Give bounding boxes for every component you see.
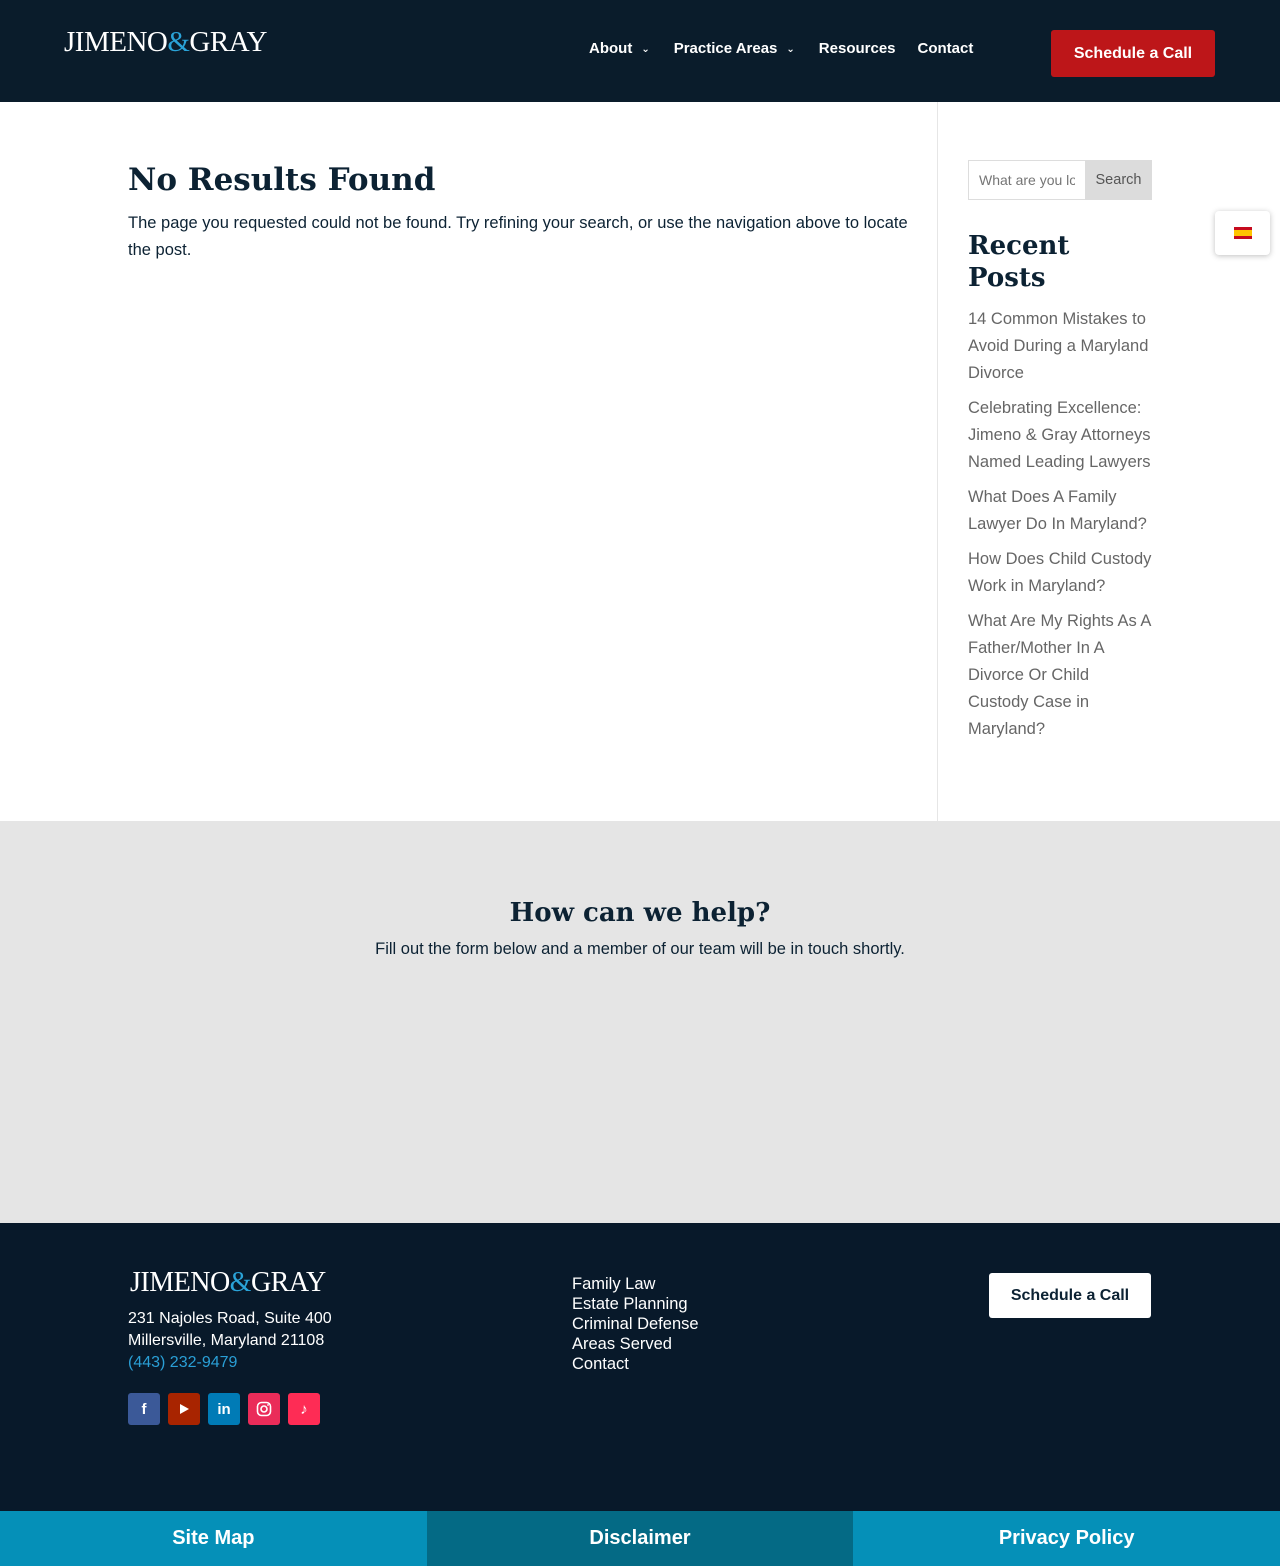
help-section: How can we help? Fill out the form below… xyxy=(0,821,1280,1223)
address-line-1: 231 Najoles Road, Suite 400 xyxy=(128,1310,332,1327)
sidebar: Search Recent Posts 14 Common Mistakes t… xyxy=(968,160,1152,751)
nav-item-label: Practice Areas xyxy=(673,40,778,57)
page-title: No Results Found xyxy=(128,162,436,198)
not-found-message: The page you requested could not be foun… xyxy=(128,214,908,259)
footer-link-areas-served[interactable]: Areas Served xyxy=(572,1334,699,1354)
logo-ampersand: & xyxy=(229,1267,252,1298)
recent-post-link[interactable]: What Does A Family Lawyer Do In Maryland… xyxy=(968,484,1152,538)
recent-post-link[interactable]: What Are My Rights As A Father/Mother In… xyxy=(968,608,1152,743)
instagram-icon[interactable] xyxy=(248,1393,280,1425)
footer-address: 231 Najoles Road, Suite 400 Millersville… xyxy=(128,1308,332,1374)
recent-posts-heading: Recent Posts xyxy=(968,231,1070,293)
logo-text-right: GRAY xyxy=(250,1267,326,1298)
logo-text-right: GRAY xyxy=(189,26,267,58)
youtube-icon[interactable] xyxy=(168,1393,200,1425)
chevron-down-icon: ⌄ xyxy=(641,43,650,55)
main-nav: About ⌄ Practice Areas ⌄ Resources Conta… xyxy=(589,40,973,57)
search-form: Search xyxy=(968,160,1152,200)
logo-text-left: JIMENO xyxy=(64,26,168,58)
chevron-down-icon: ⌄ xyxy=(786,43,795,55)
recent-post-link[interactable]: How Does Child Custody Work in Maryland? xyxy=(968,546,1152,600)
bottom-bar: Site Map Disclaimer Privacy Policy xyxy=(0,1511,1280,1566)
recent-post-link[interactable]: 14 Common Mistakes to Avoid During a Mar… xyxy=(968,306,1152,387)
logo-text-left: JIMENO xyxy=(130,1267,230,1298)
footer-links: Family Law Estate Planning Criminal Defe… xyxy=(572,1274,699,1374)
main-content: No Results Found The page you requested … xyxy=(128,160,908,264)
logo-ampersand: & xyxy=(167,26,190,58)
nav-item-resources[interactable]: Resources xyxy=(819,40,896,57)
site-footer: JIMENO&GRAY 231 Najoles Road, Suite 400 … xyxy=(0,1223,1280,1511)
privacy-policy-link[interactable]: Privacy Policy xyxy=(853,1511,1280,1566)
search-input[interactable] xyxy=(968,160,1085,200)
language-switcher[interactable] xyxy=(1215,211,1270,255)
help-heading: How can we help? xyxy=(509,898,771,928)
nav-item-about[interactable]: About ⌄ xyxy=(589,40,650,57)
nav-item-contact[interactable]: Contact xyxy=(918,40,974,57)
recent-posts-list: 14 Common Mistakes to Avoid During a Mar… xyxy=(968,306,1152,743)
site-logo[interactable]: JIMENO&GRAY xyxy=(64,26,267,59)
footer-link-family-law[interactable]: Family Law xyxy=(572,1274,699,1294)
schedule-call-button[interactable]: Schedule a Call xyxy=(1051,30,1215,77)
nav-item-label: Contact xyxy=(917,40,974,57)
tiktok-icon[interactable]: ♪ xyxy=(288,1393,320,1425)
nav-item-label: About xyxy=(589,40,633,57)
site-header: JIMENO&GRAY About ⌄ Practice Areas ⌄ Res… xyxy=(0,0,1280,102)
footer-logo[interactable]: JIMENO&GRAY xyxy=(130,1267,326,1299)
footer-link-contact[interactable]: Contact xyxy=(572,1354,699,1374)
help-description: Fill out the form below and a member of … xyxy=(375,940,905,958)
sidebar-divider xyxy=(937,102,938,821)
address-line-2: Millersville, Maryland 21108 xyxy=(128,1332,325,1349)
linkedin-icon[interactable]: in xyxy=(208,1393,240,1425)
phone-link[interactable]: (443) 232-9479 xyxy=(128,1352,332,1374)
disclaimer-link[interactable]: Disclaimer xyxy=(426,1511,854,1566)
recent-post-link[interactable]: Celebrating Excellence: Jimeno & Gray At… xyxy=(968,395,1152,476)
social-links: f in ♪ xyxy=(128,1393,328,1425)
nav-item-practice-areas[interactable]: Practice Areas ⌄ xyxy=(674,40,795,57)
facebook-icon[interactable]: f xyxy=(128,1393,160,1425)
footer-link-estate-planning[interactable]: Estate Planning xyxy=(572,1294,699,1314)
nav-item-label: Resources xyxy=(818,40,896,57)
footer-link-criminal-defense[interactable]: Criminal Defense xyxy=(572,1314,699,1334)
footer-schedule-call-button[interactable]: Schedule a Call xyxy=(989,1273,1151,1318)
spain-flag-icon xyxy=(1233,227,1252,239)
search-button[interactable]: Search xyxy=(1085,160,1152,200)
site-map-link[interactable]: Site Map xyxy=(0,1511,427,1566)
